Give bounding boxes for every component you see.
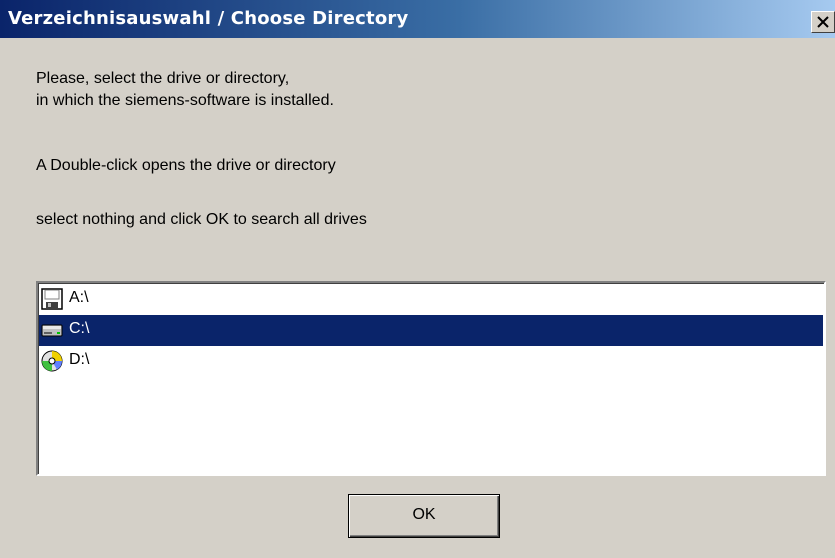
drive-label: C:\ bbox=[69, 320, 90, 337]
instruction-line-3: A Double-click opens the drive or direct… bbox=[36, 157, 336, 174]
close-button[interactable] bbox=[811, 11, 835, 33]
hard-drive-icon bbox=[41, 324, 63, 337]
ok-button[interactable]: OK bbox=[348, 494, 500, 538]
floppy-drive-icon bbox=[41, 288, 63, 310]
list-item-drive-c[interactable]: C:\ bbox=[39, 315, 823, 346]
drive-label: D:\ bbox=[69, 351, 90, 368]
drive-listbox[interactable]: A:\ C:\ D:\ bbox=[36, 281, 826, 476]
list-item-drive-d[interactable]: D:\ bbox=[39, 346, 823, 377]
window-title: Verzeichnisauswahl / Choose Directory bbox=[8, 8, 409, 29]
instruction-line-1: Please, select the drive or directory, bbox=[36, 70, 290, 87]
close-icon bbox=[817, 16, 829, 28]
instruction-line-4: select nothing and click OK to search al… bbox=[36, 211, 367, 228]
drive-label: A:\ bbox=[69, 289, 89, 306]
list-item-drive-a[interactable]: A:\ bbox=[39, 284, 823, 315]
instruction-line-2: in which the siemens-software is install… bbox=[36, 92, 334, 109]
cd-drive-icon bbox=[41, 350, 63, 372]
title-bar[interactable]: Verzeichnisauswahl / Choose Directory bbox=[0, 0, 835, 38]
